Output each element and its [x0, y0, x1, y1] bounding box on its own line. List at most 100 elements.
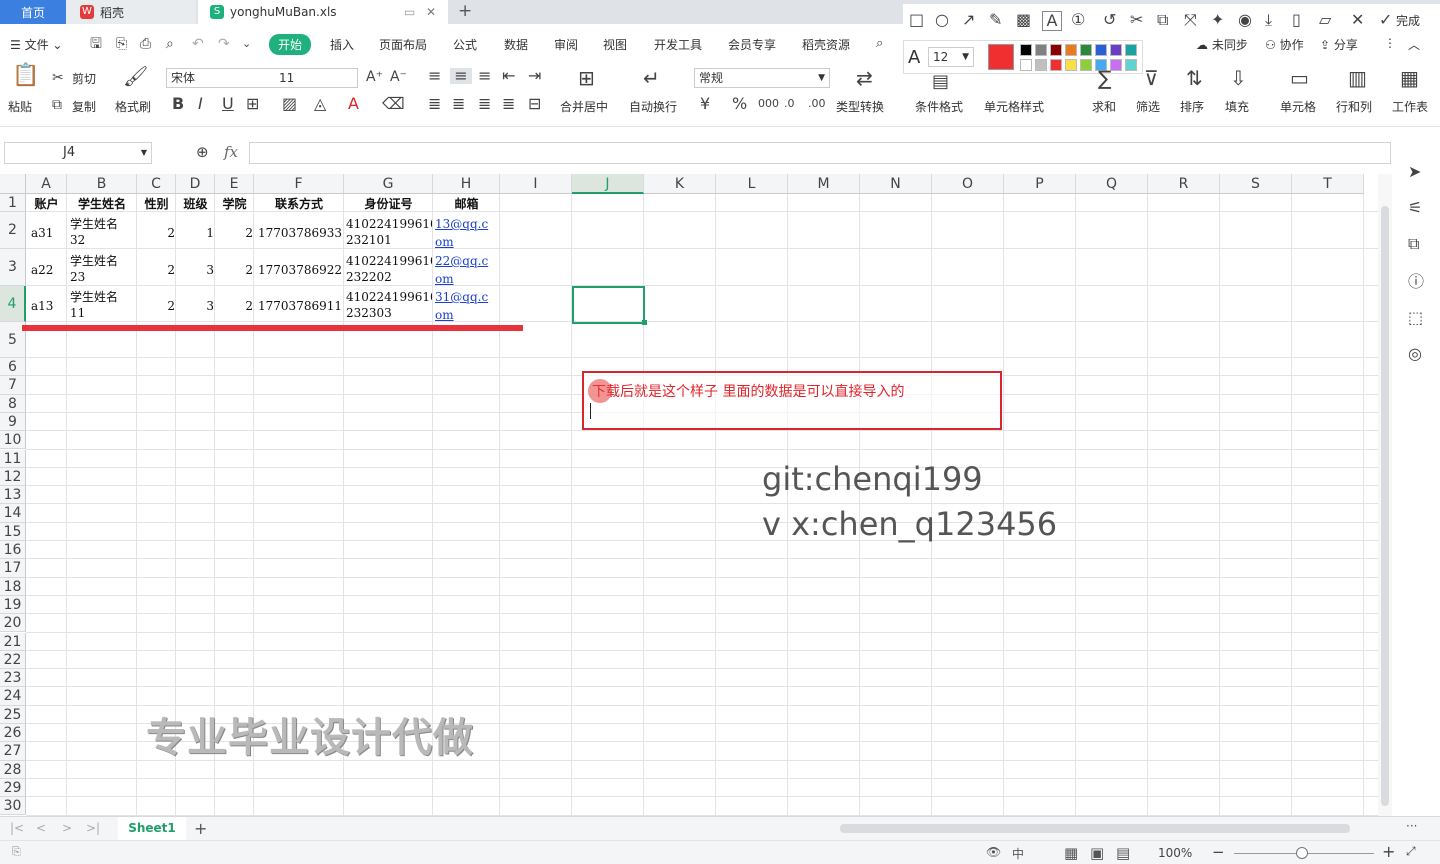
cell-gender[interactable]: 2 [139, 298, 175, 314]
annotation-textbox[interactable]: 下载后就是这个样子 里面的数据是可以直接导入的 [582, 371, 1002, 430]
zoom-formula-icon[interactable]: ⊕ [196, 144, 209, 160]
phone-icon[interactable]: ▯ [1292, 12, 1301, 28]
menu-data[interactable]: 数据 [504, 36, 528, 53]
number-tool-icon[interactable]: ① [1071, 12, 1085, 28]
cell-id-line1[interactable]: 410224199610 [346, 253, 432, 269]
palette-color-swatch[interactable] [1125, 44, 1137, 56]
current-color-swatch[interactable] [988, 44, 1014, 70]
cell-name-line2[interactable]: 23 [70, 269, 136, 285]
currency-icon[interactable]: ¥ [700, 96, 710, 112]
italic-icon[interactable]: I [198, 96, 203, 112]
cell-name-line1[interactable]: 学生姓名 [70, 253, 136, 269]
cell-id-line1[interactable]: 410224199610 [346, 216, 432, 232]
cell-email-line2[interactable]: om [435, 234, 499, 250]
row-header-3[interactable]: 3 [0, 249, 26, 286]
column-header-r[interactable]: R [1148, 174, 1220, 194]
zoom-slider-thumb[interactable] [1296, 847, 1308, 859]
thousands-icon[interactable]: 000 [758, 96, 779, 112]
copy-button[interactable]: 复制 [72, 98, 96, 115]
font-name-select[interactable]: 宋体 11 [166, 68, 358, 88]
menu-start[interactable]: 开始 [269, 34, 312, 55]
sheet-more-icon[interactable]: ··· [1406, 819, 1417, 833]
merge-center-button[interactable]: 合并居中 [560, 98, 608, 115]
cell-id-line1[interactable]: 410224199610 [346, 289, 432, 305]
column-header-t[interactable]: T [1292, 174, 1364, 194]
column-header-c[interactable]: C [137, 174, 176, 194]
cell-account[interactable]: a31 [31, 225, 65, 241]
sum-button[interactable]: 求和 [1092, 98, 1116, 115]
palette-color-swatch[interactable] [1065, 44, 1077, 56]
row-header-20[interactable]: 20 [0, 614, 26, 633]
header-cell-d[interactable]: 班级 [176, 195, 215, 213]
cond-format-button[interactable]: 条件格式 [915, 98, 963, 115]
share-button[interactable]: ⇪ 分享 [1320, 36, 1358, 53]
menu-file[interactable]: ☰ 文件 ⌄ [10, 36, 62, 53]
row-header-18[interactable]: 18 [0, 577, 26, 596]
row-header-24[interactable]: 24 [0, 687, 26, 706]
zoom-in-icon[interactable]: + [1382, 842, 1395, 861]
row-header-12[interactable]: 12 [0, 467, 26, 487]
cell-id-line2[interactable]: 232202 [346, 269, 432, 285]
cell-phone[interactable]: 17703786922 [256, 262, 342, 278]
column-header-f[interactable]: F [254, 174, 344, 194]
adjust-icon[interactable]: ⚟ [1408, 200, 1422, 216]
palette-color-swatch[interactable] [1065, 59, 1077, 71]
backup-icon[interactable]: ⧉ [1408, 236, 1419, 252]
cell-college[interactable]: 2 [217, 225, 253, 241]
increase-decimal-icon[interactable]: .0 [784, 96, 795, 112]
row-header-1[interactable]: 1 [0, 194, 26, 212]
copy-screenshot-icon[interactable]: ⧉ [1157, 12, 1168, 28]
fill-pattern-icon[interactable]: ▨ [282, 96, 297, 112]
sort-icon[interactable]: ⇅ [1186, 68, 1203, 88]
normal-view-icon[interactable]: ▦ [1064, 844, 1078, 862]
column-header-k[interactable]: K [644, 174, 716, 194]
tab-home[interactable]: 首页 [0, 0, 66, 24]
rowcol-button[interactable]: 行和列 [1336, 98, 1372, 115]
align-bottom-icon[interactable]: ≡ [478, 68, 491, 84]
row-header-10[interactable]: 10 [0, 431, 26, 450]
cancel-icon[interactable]: ✕ [1351, 12, 1364, 28]
add-sheet-icon[interactable]: + [194, 819, 207, 838]
header-cell-b[interactable]: 学生姓名 [67, 195, 137, 213]
format-painter-button[interactable]: 格式刷 [115, 98, 151, 115]
first-sheet-icon[interactable]: |< [10, 821, 24, 835]
row-header-4[interactable]: 4 [0, 286, 26, 322]
fill-button[interactable]: 填充 [1225, 98, 1249, 115]
align-right-icon[interactable]: ≣ [478, 96, 491, 112]
arrow-tool-icon[interactable]: ↗ [962, 12, 975, 28]
vertical-scroll-thumb[interactable] [1381, 206, 1389, 806]
cell-class[interactable]: 1 [178, 225, 214, 241]
annotation-font-size-select[interactable]: 12 ▼ [928, 47, 974, 67]
cell-icon[interactable]: ▭ [1290, 68, 1309, 88]
cell-account[interactable]: a22 [31, 262, 65, 278]
cell-name-line2[interactable]: 32 [70, 232, 136, 248]
vertical-scrollbar[interactable] [1378, 174, 1392, 816]
zoom-level[interactable]: 100% [1158, 846, 1192, 860]
help-icon[interactable]: ⓘ [1408, 274, 1424, 290]
align-middle-icon[interactable]: ≡ [450, 68, 472, 84]
row-header-9[interactable]: 9 [0, 412, 26, 432]
prev-sheet-icon[interactable]: < [36, 821, 46, 835]
header-cell-f[interactable]: 联系方式 [254, 195, 344, 213]
row-header-16[interactable]: 16 [0, 541, 26, 560]
row-header-11[interactable]: 11 [0, 449, 26, 468]
record-icon[interactable]: ◉ [1238, 12, 1252, 28]
column-header-h[interactable]: H [433, 174, 500, 194]
decrease-decimal-icon[interactable]: .00 [808, 96, 826, 112]
cell-id-line2[interactable]: 232101 [346, 232, 432, 248]
indent-decrease-icon[interactable]: ⇤ [502, 68, 515, 84]
more-menu-icon[interactable]: ⋮ [1384, 36, 1396, 50]
crop-icon[interactable]: ⤧ [1184, 12, 1197, 28]
palette-color-swatch[interactable] [1020, 59, 1032, 71]
sum-icon[interactable]: ∑ [1098, 68, 1111, 88]
ellipse-tool-icon[interactable]: ○ [935, 12, 949, 28]
more-quick-icon[interactable]: ⌄ [242, 36, 251, 52]
cell-style-button[interactable]: 单元格样式 [984, 98, 1044, 115]
pin-screenshot-icon[interactable]: ✦ [1211, 12, 1224, 28]
align-top-icon[interactable]: ≡ [428, 68, 441, 84]
cell-college[interactable]: 2 [217, 262, 253, 278]
menu-dev-tools[interactable]: 开发工具 [654, 36, 702, 53]
cell-name-line1[interactable]: 学生姓名 [70, 216, 136, 232]
scissors-icon[interactable]: ✂ [1130, 12, 1143, 28]
type-convert-icon[interactable]: ⇄ [856, 68, 873, 88]
